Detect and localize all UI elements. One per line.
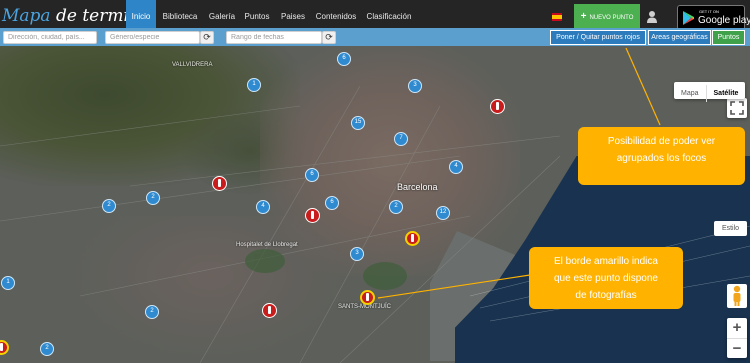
cluster-marker[interactable]: 2	[145, 305, 159, 319]
zoom-in-button[interactable]: +	[727, 318, 747, 338]
refresh-icon[interactable]: ⟳	[200, 31, 214, 44]
google-play-text: Google play	[698, 15, 750, 26]
toggle-red-points-button[interactable]: Poner / Quitar puntos rojos	[550, 30, 646, 45]
street-view-pegman-icon[interactable]	[727, 284, 747, 308]
genus-species-input[interactable]	[105, 31, 200, 44]
user-icon[interactable]	[647, 10, 657, 24]
grouping-callout-line: Posibilidad de poder ver	[607, 136, 716, 147]
cluster-marker[interactable]: 4	[449, 160, 463, 174]
date-range-input[interactable]	[226, 31, 322, 44]
map-type-control: Mapa Satélite	[674, 82, 746, 102]
map-type-map-button[interactable]: Mapa	[674, 85, 706, 102]
photo-callout-line: de fotografías	[575, 290, 637, 301]
zoom-control: + −	[727, 318, 747, 358]
cluster-marker[interactable]: 3	[408, 79, 422, 93]
termite-point-with-photos-marker[interactable]	[405, 231, 420, 246]
cluster-marker[interactable]: 2	[40, 342, 54, 356]
cluster-marker[interactable]: 1	[1, 276, 15, 290]
termite-point-marker[interactable]	[212, 176, 227, 191]
photo-border-callout: El borde amarillo indica que este punto …	[529, 247, 683, 309]
cluster-marker[interactable]: 2	[389, 200, 403, 214]
cluster-marker[interactable]: 3	[350, 247, 364, 261]
termite-point-marker[interactable]	[490, 99, 505, 114]
address-search-input[interactable]	[3, 31, 97, 44]
refresh-icon[interactable]: ⟳	[322, 31, 336, 44]
grouping-callout-line: agrupados los focos	[616, 153, 707, 164]
new-point-button[interactable]: + NUEVO PUNTO	[574, 4, 640, 30]
cluster-marker[interactable]: 6	[325, 196, 339, 210]
points-button[interactable]: Puntos	[712, 30, 745, 45]
termite-point-with-photos-marker[interactable]	[360, 290, 375, 305]
map-label-hospitalet: Hospitalet de Llobregat	[236, 242, 298, 248]
cluster-marker[interactable]: 6	[305, 168, 319, 182]
pegman-glyph	[733, 285, 741, 306]
termite-point-marker[interactable]	[305, 208, 320, 223]
termite-point-marker[interactable]	[262, 303, 277, 318]
google-play-small-text: GET IT ON	[699, 9, 719, 14]
map-label-barcelona: Barcelona	[397, 182, 438, 192]
plus-icon: +	[580, 11, 587, 22]
photo-callout-line: El borde amarillo indica	[554, 256, 658, 267]
map-type-satellite-button[interactable]: Satélite	[705, 85, 746, 102]
cluster-marker[interactable]: 7	[394, 132, 408, 146]
cluster-marker[interactable]: 2	[102, 199, 116, 213]
cluster-marker[interactable]: 12	[436, 206, 450, 220]
style-button[interactable]: Estilo	[714, 221, 747, 236]
geographic-areas-button[interactable]: Areas geográficas	[648, 30, 711, 45]
photo-callout-line: que este punto dispone	[554, 273, 658, 284]
cluster-marker[interactable]: 2	[146, 191, 160, 205]
cluster-marker[interactable]: 4	[256, 200, 270, 214]
new-point-label: NUEVO PUNTO	[589, 15, 634, 21]
cluster-marker[interactable]: 1	[247, 78, 261, 92]
grouping-callout: Posibilidad de poder ver agrupados los f…	[578, 127, 745, 185]
satellite-map[interactable]: VALLVIDRERA Barcelona Hospitalet de Llob…	[0, 46, 750, 363]
map-label-vallvidrera: VALLVIDRERA	[172, 62, 213, 68]
spain-flag-icon[interactable]	[552, 13, 562, 21]
cluster-marker[interactable]: 6	[337, 52, 351, 66]
cluster-marker[interactable]: 15	[351, 116, 365, 130]
zoom-out-button[interactable]: −	[727, 338, 747, 358]
brand-part-1: Mapa	[2, 6, 51, 26]
google-play-badge[interactable]: GET IT ON Google play	[677, 5, 750, 30]
map-label-sants: SANTS-MONTJUÏC	[338, 304, 391, 310]
google-play-icon	[683, 11, 694, 25]
